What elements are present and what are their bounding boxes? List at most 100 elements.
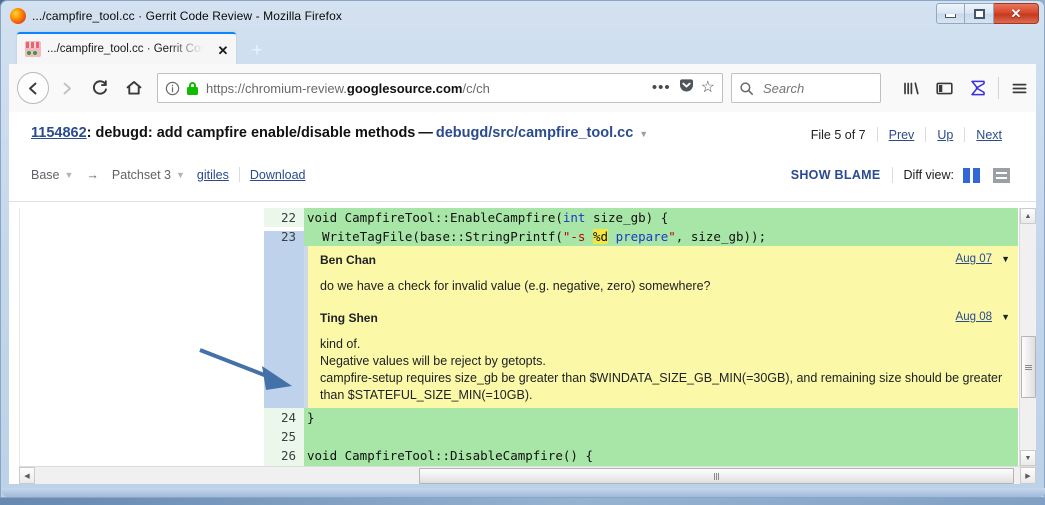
code-line[interactable]: WriteTagFile(base::StringPrintf("-s %d p… xyxy=(304,227,1018,246)
header-dash: — xyxy=(418,125,433,141)
minimize-icon xyxy=(945,13,956,18)
line-number[interactable]: 24 xyxy=(264,408,304,427)
url-path: /c/ch xyxy=(462,80,490,96)
show-blame-button[interactable]: SHOW BLAME xyxy=(791,168,881,182)
file-path-link[interactable]: debugd/src/campfire_tool.cc xyxy=(436,125,633,141)
gitiles-link[interactable]: gitiles xyxy=(197,168,229,182)
diff-body: 22 void CampfireTool::EnableCampfire(int … xyxy=(9,208,1018,466)
scroll-down-button[interactable]: ▼ xyxy=(1020,450,1036,466)
prev-file-link[interactable]: Prev xyxy=(889,128,915,142)
diff-view-label: Diff view: xyxy=(903,168,954,182)
change-subject: debugd: add campfire enable/disable meth… xyxy=(95,125,416,141)
line-number[interactable]: 25 xyxy=(264,427,304,446)
nav-divider xyxy=(876,127,878,142)
patchset-selector[interactable]: Patchset 3 xyxy=(112,168,171,182)
url-text[interactable]: https://chromium-review.googlesource.com… xyxy=(206,81,645,96)
gerrit-file-header: 1154862: debugd: add campfire enable/disa… xyxy=(9,112,1036,202)
scroll-up-button[interactable]: ▲ xyxy=(1020,208,1036,224)
change-colon: : xyxy=(86,125,92,141)
bookmark-star-icon[interactable]: ☆ xyxy=(701,80,722,96)
diff-line-row[interactable]: 26 void CampfireTool::DisableCampfire() { xyxy=(264,446,1018,465)
code-line[interactable] xyxy=(304,427,1018,446)
side-by-side-icon[interactable] xyxy=(963,167,980,183)
comment-line: kind of. xyxy=(320,337,361,351)
lock-secure-icon[interactable] xyxy=(187,81,198,95)
sigma-addon-icon[interactable] xyxy=(961,71,994,105)
sidebar-icon[interactable] xyxy=(928,71,961,105)
url-bar[interactable]: https://chromium-review.googlesource.com… xyxy=(157,73,723,103)
new-tab-button[interactable]: + xyxy=(247,40,267,60)
tab-close-icon[interactable]: ✕ xyxy=(215,42,231,58)
comment-body: kind of. Negative values will be reject b… xyxy=(320,336,1010,404)
comment-date[interactable]: Aug 07 xyxy=(956,253,992,265)
browser-tab[interactable]: .../campfire_tool.cc · Gerrit Cod ✕ xyxy=(17,32,236,64)
base-selector[interactable]: Base xyxy=(31,168,60,182)
tab-title: .../campfire_tool.cc · Gerrit Cod xyxy=(47,43,203,55)
change-header-row: 1154862: debugd: add campfire enable/disa… xyxy=(31,125,648,141)
nav-divider xyxy=(925,127,927,142)
revision-side-pane: 22 void CampfireTool::EnableCampfire(int … xyxy=(264,208,1018,466)
nav-divider xyxy=(964,127,966,142)
forward-button[interactable] xyxy=(49,71,83,105)
inline-comment[interactable]: Ting Shen Aug 08 ▼ kind of. Negative values … xyxy=(304,304,1018,408)
reload-icon xyxy=(92,80,107,95)
file-navigation: File 5 of 7 Prev Up Next xyxy=(811,127,1002,142)
reload-button[interactable] xyxy=(83,71,117,105)
next-file-link[interactable]: Next xyxy=(976,128,1002,142)
chevron-down-icon[interactable]: ▼ xyxy=(60,170,74,180)
toolbar-right-icons xyxy=(895,71,1036,105)
change-number-link[interactable]: 1154862 xyxy=(31,125,87,141)
hamburger-menu-icon[interactable] xyxy=(1003,71,1036,105)
diff-line-row[interactable]: 23 WriteTagFile(base::StringPrintf("-s %… xyxy=(264,227,1018,246)
back-button[interactable] xyxy=(17,72,49,104)
search-bar[interactable] xyxy=(731,73,881,103)
comment-collapse-icon[interactable]: ▼ xyxy=(1001,254,1010,264)
code-line[interactable]: void CampfireTool::EnableCampfire(int si… xyxy=(304,208,1018,227)
maximize-button[interactable] xyxy=(965,3,994,24)
patchset-arrow: → xyxy=(86,167,99,182)
diff-line-row[interactable]: 24} xyxy=(264,408,1018,427)
gerrit-favicon-icon xyxy=(25,41,41,57)
line-number[interactable]: 26 xyxy=(264,446,304,465)
library-icon[interactable] xyxy=(895,71,928,105)
inline-comment[interactable]: Ben Chan Aug 07 ▼ do we have a check for in… xyxy=(304,246,1018,304)
home-icon xyxy=(126,81,142,95)
up-link[interactable]: Up xyxy=(937,128,953,142)
base-side-pane[interactable] xyxy=(19,208,264,466)
chevron-down-icon[interactable]: ▼ xyxy=(633,129,648,139)
diff-line-row[interactable]: 25 xyxy=(264,427,1018,446)
patchset-selector-row: Base ▼ → Patchset 3 ▼ gitiles Download xyxy=(31,167,305,182)
comment-collapse-icon[interactable]: ▼ xyxy=(1001,312,1010,322)
identity-info-icon[interactable] xyxy=(165,81,180,96)
search-input[interactable] xyxy=(761,79,871,97)
diff-view-controls: SHOW BLAME Diff view: xyxy=(791,167,1010,183)
code-line[interactable]: void CampfireTool::DisableCampfire() { xyxy=(304,446,1018,465)
back-icon xyxy=(28,82,36,94)
close-button[interactable]: ✕ xyxy=(994,3,1039,24)
window-title: .../campfire_tool.cc · Gerrit Code Revie… xyxy=(32,8,342,23)
line-number[interactable]: 23 xyxy=(264,227,304,246)
home-button[interactable] xyxy=(117,71,151,105)
code-line[interactable]: } xyxy=(304,408,1018,427)
navigation-toolbar: https://chromium-review.googlesource.com… xyxy=(9,64,1036,112)
diff-line-row[interactable]: 22 void CampfireTool::EnableCampfire(int … xyxy=(264,208,1018,227)
comment-date[interactable]: Aug 08 xyxy=(956,311,992,323)
line-number[interactable]: 22 xyxy=(264,208,304,227)
scroll-left-button[interactable]: ◀ xyxy=(19,467,35,484)
horizontal-scrollbar-thumb[interactable] xyxy=(419,468,1014,484)
forward-icon xyxy=(63,82,71,94)
window-controls: ✕ xyxy=(936,3,1039,24)
firefox-logo-icon xyxy=(10,7,26,24)
scroll-right-button[interactable]: ▶ xyxy=(1020,467,1036,484)
vertical-scrollbar[interactable]: ▲ ▼ xyxy=(1019,208,1036,466)
minimize-button[interactable] xyxy=(936,3,965,24)
horizontal-scrollbar[interactable]: ◀ ▶ xyxy=(19,466,1036,484)
vertical-scrollbar-thumb[interactable] xyxy=(1021,336,1036,398)
window-titlebar: .../campfire_tool.cc · Gerrit Code Revie… xyxy=(1,1,1044,30)
pocket-icon[interactable] xyxy=(678,77,701,99)
unified-icon[interactable] xyxy=(993,167,1010,183)
tab-strip: .../campfire_tool.cc · Gerrit Cod ✕ + xyxy=(9,30,1036,64)
row2-divider xyxy=(238,167,240,182)
chevron-down-icon[interactable]: ▼ xyxy=(171,170,185,180)
download-link[interactable]: Download xyxy=(250,168,306,182)
